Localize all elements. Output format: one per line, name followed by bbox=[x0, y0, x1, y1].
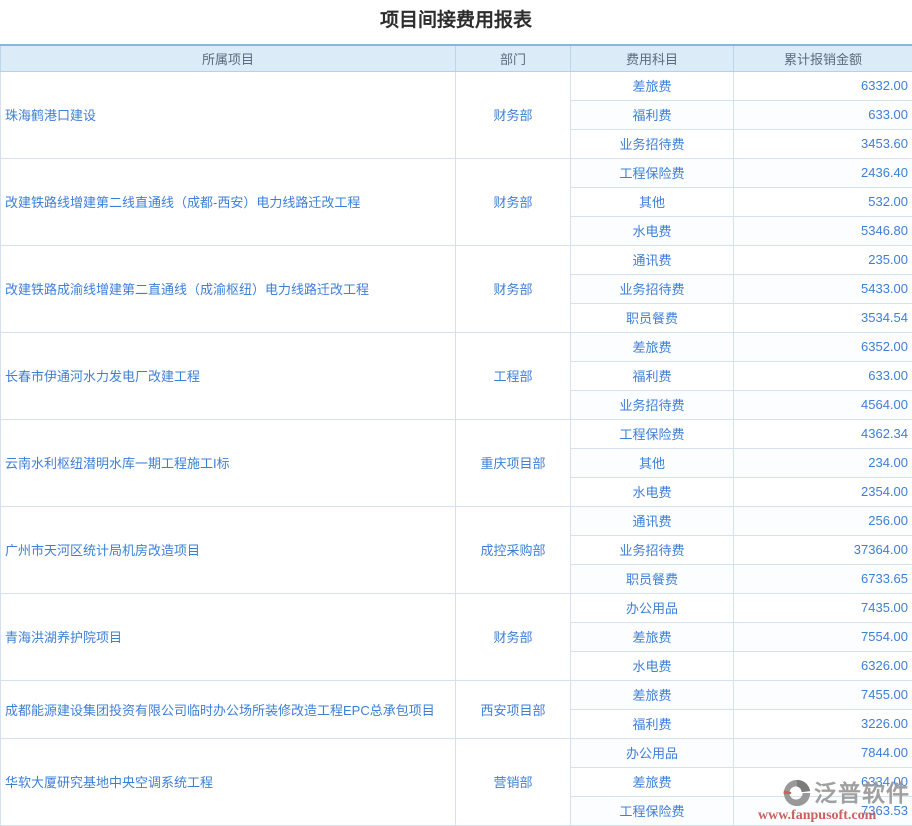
amount-cell[interactable]: 7844.00 bbox=[734, 738, 912, 767]
amount-cell[interactable]: 6352.00 bbox=[734, 332, 912, 361]
expense-subject-cell[interactable]: 福利费 bbox=[571, 100, 734, 129]
column-header-expense-subject: 费用科目 bbox=[571, 45, 734, 71]
amount-cell[interactable]: 256.00 bbox=[734, 506, 912, 535]
department-cell: 财务部 bbox=[456, 245, 571, 332]
expense-subject-cell[interactable]: 工程保险费 bbox=[571, 796, 734, 825]
project-name-cell[interactable]: 广州市天河区统计局机房改造项目 bbox=[1, 506, 456, 593]
table-header: 所属项目 部门 费用科目 累计报销金额 bbox=[1, 45, 912, 71]
expense-subject-cell[interactable]: 业务招待费 bbox=[571, 129, 734, 158]
report-table: 所属项目 部门 费用科目 累计报销金额 珠海鹤港口建设财务部差旅费6332.00… bbox=[0, 44, 912, 826]
amount-cell[interactable]: 3534.54 bbox=[734, 303, 912, 332]
table-row: 长春市伊通河水力发电厂改建工程工程部差旅费6352.00 bbox=[1, 332, 912, 361]
table-row: 珠海鹤港口建设财务部差旅费6332.00 bbox=[1, 71, 912, 100]
table-row: 广州市天河区统计局机房改造项目成控采购部通讯费256.00 bbox=[1, 506, 912, 535]
amount-cell[interactable]: 2354.00 bbox=[734, 477, 912, 506]
table-row: 改建铁路成渝线增建第二直通线（成渝枢纽）电力线路迁改工程财务部通讯费235.00 bbox=[1, 245, 912, 274]
project-name-cell[interactable]: 长春市伊通河水力发电厂改建工程 bbox=[1, 332, 456, 419]
table-row: 青海洪湖养护院项目财务部办公用品7435.00 bbox=[1, 593, 912, 622]
expense-subject-cell[interactable]: 工程保险费 bbox=[571, 158, 734, 187]
department-cell: 西安项目部 bbox=[456, 680, 571, 738]
expense-subject-cell[interactable]: 差旅费 bbox=[571, 71, 734, 100]
expense-subject-cell[interactable]: 其他 bbox=[571, 187, 734, 216]
table-row: 华软大厦研究基地中央空调系统工程营销部办公用品7844.00 bbox=[1, 738, 912, 767]
amount-cell[interactable]: 7554.00 bbox=[734, 622, 912, 651]
expense-subject-cell[interactable]: 差旅费 bbox=[571, 767, 734, 796]
amount-cell[interactable]: 37364.00 bbox=[734, 535, 912, 564]
header-row: 所属项目 部门 费用科目 累计报销金额 bbox=[1, 45, 912, 71]
amount-cell[interactable]: 5346.80 bbox=[734, 216, 912, 245]
department-cell: 工程部 bbox=[456, 332, 571, 419]
amount-cell[interactable]: 5433.00 bbox=[734, 274, 912, 303]
amount-cell[interactable]: 633.00 bbox=[734, 100, 912, 129]
department-cell: 财务部 bbox=[456, 158, 571, 245]
table-row: 云南水利枢纽潜明水库一期工程施工I标重庆项目部工程保险费4362.34 bbox=[1, 419, 912, 448]
expense-subject-cell[interactable]: 其他 bbox=[571, 448, 734, 477]
expense-subject-cell[interactable]: 福利费 bbox=[571, 361, 734, 390]
amount-cell[interactable]: 4564.00 bbox=[734, 390, 912, 419]
amount-cell[interactable]: 6334.00 bbox=[734, 767, 912, 796]
expense-subject-cell[interactable]: 水电费 bbox=[571, 216, 734, 245]
amount-cell[interactable]: 6326.00 bbox=[734, 651, 912, 680]
project-name-cell[interactable]: 成都能源建设集团投资有限公司临时办公场所装修改造工程EPC总承包项目 bbox=[1, 680, 456, 738]
project-name-cell[interactable]: 青海洪湖养护院项目 bbox=[1, 593, 456, 680]
expense-subject-cell[interactable]: 福利费 bbox=[571, 709, 734, 738]
expense-subject-cell[interactable]: 工程保险费 bbox=[571, 419, 734, 448]
project-name-cell[interactable]: 改建铁路线增建第二线直通线（成都-西安）电力线路迁改工程 bbox=[1, 158, 456, 245]
project-name-cell[interactable]: 珠海鹤港口建设 bbox=[1, 71, 456, 158]
expense-subject-cell[interactable]: 水电费 bbox=[571, 651, 734, 680]
table-row: 成都能源建设集团投资有限公司临时办公场所装修改造工程EPC总承包项目西安项目部差… bbox=[1, 680, 912, 709]
table-row: 改建铁路线增建第二线直通线（成都-西安）电力线路迁改工程财务部工程保险费2436… bbox=[1, 158, 912, 187]
amount-cell[interactable]: 532.00 bbox=[734, 187, 912, 216]
expense-subject-cell[interactable]: 职员餐费 bbox=[571, 303, 734, 332]
amount-cell[interactable]: 6332.00 bbox=[734, 71, 912, 100]
project-name-cell[interactable]: 华软大厦研究基地中央空调系统工程 bbox=[1, 738, 456, 825]
amount-cell[interactable]: 3226.00 bbox=[734, 709, 912, 738]
amount-cell[interactable]: 7435.00 bbox=[734, 593, 912, 622]
expense-subject-cell[interactable]: 通讯费 bbox=[571, 506, 734, 535]
project-name-cell[interactable]: 改建铁路成渝线增建第二直通线（成渝枢纽）电力线路迁改工程 bbox=[1, 245, 456, 332]
amount-cell[interactable]: 7455.00 bbox=[734, 680, 912, 709]
department-cell: 营销部 bbox=[456, 738, 571, 825]
amount-cell[interactable]: 234.00 bbox=[734, 448, 912, 477]
expense-subject-cell[interactable]: 差旅费 bbox=[571, 332, 734, 361]
expense-subject-cell[interactable]: 水电费 bbox=[571, 477, 734, 506]
report-table-body: 珠海鹤港口建设财务部差旅费6332.00福利费633.00业务招待费3453.6… bbox=[1, 71, 912, 825]
department-cell: 重庆项目部 bbox=[456, 419, 571, 506]
expense-subject-cell[interactable]: 办公用品 bbox=[571, 593, 734, 622]
project-name-cell[interactable]: 云南水利枢纽潜明水库一期工程施工I标 bbox=[1, 419, 456, 506]
column-header-department: 部门 bbox=[456, 45, 571, 71]
department-cell: 成控采购部 bbox=[456, 506, 571, 593]
expense-subject-cell[interactable]: 办公用品 bbox=[571, 738, 734, 767]
amount-cell[interactable]: 2436.40 bbox=[734, 158, 912, 187]
amount-cell[interactable]: 4362.34 bbox=[734, 419, 912, 448]
department-cell: 财务部 bbox=[456, 71, 571, 158]
expense-subject-cell[interactable]: 差旅费 bbox=[571, 680, 734, 709]
column-header-project: 所属项目 bbox=[1, 45, 456, 71]
expense-subject-cell[interactable]: 职员餐费 bbox=[571, 564, 734, 593]
expense-subject-cell[interactable]: 差旅费 bbox=[571, 622, 734, 651]
amount-cell[interactable]: 3453.60 bbox=[734, 129, 912, 158]
expense-subject-cell[interactable]: 业务招待费 bbox=[571, 535, 734, 564]
department-cell: 财务部 bbox=[456, 593, 571, 680]
expense-subject-cell[interactable]: 业务招待费 bbox=[571, 274, 734, 303]
page-title: 项目间接费用报表 bbox=[0, 0, 912, 44]
expense-subject-cell[interactable]: 通讯费 bbox=[571, 245, 734, 274]
amount-cell[interactable]: 235.00 bbox=[734, 245, 912, 274]
column-header-total-amount: 累计报销金额 bbox=[734, 45, 912, 71]
amount-cell[interactable]: 7363.53 bbox=[734, 796, 912, 825]
amount-cell[interactable]: 6733.65 bbox=[734, 564, 912, 593]
amount-cell[interactable]: 633.00 bbox=[734, 361, 912, 390]
expense-subject-cell[interactable]: 业务招待费 bbox=[571, 390, 734, 419]
